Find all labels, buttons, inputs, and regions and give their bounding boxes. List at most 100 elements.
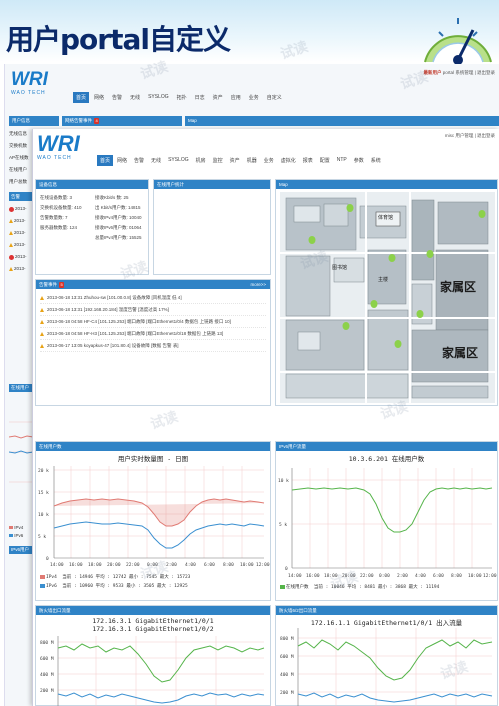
gauge-icon (424, 18, 492, 64)
alarm-row[interactable]: 2013-06-18 04:58 HF-C4 [101.125.253] 端口故… (40, 316, 266, 328)
nav-item[interactable]: 业务 (261, 155, 277, 166)
x-tick: 6:00 (433, 573, 444, 579)
x-tick: 16:00 (306, 573, 320, 579)
bg-nav-item[interactable]: 告警 (109, 92, 125, 103)
x-tick: 22:00 (126, 562, 140, 568)
bg-nav-home[interactable]: 首页 (73, 92, 90, 103)
alarm-row[interactable]: 2013-06-18 13:31 Zhuhou-sw [101.00.0.8] … (40, 292, 266, 304)
y-tick: 600 M (40, 656, 54, 662)
bg-nav-item[interactable]: SYSLOG (145, 92, 172, 103)
nav-item[interactable]: 监控 (210, 155, 226, 166)
nav-item[interactable]: 参数 (351, 155, 367, 166)
account-links[interactable]: 系统管理 | 退出登录 (455, 70, 495, 75)
chart-title: 172.16.1.1 GigabitEthernet1/0/1 出入流量 (310, 619, 463, 627)
x-tick: 10:00 (240, 562, 254, 568)
y-tick: 10 k (278, 478, 289, 484)
nav-item[interactable]: 系统 (368, 155, 384, 166)
x-tick: 12:00 (483, 573, 497, 579)
y-tick: 600 M (280, 654, 294, 660)
x-tick: 14:00 (288, 573, 302, 579)
critical-icon (9, 206, 14, 212)
y-tick: 0 (46, 556, 49, 562)
bg-nav-item[interactable]: 无线 (127, 92, 143, 103)
legend-item-ipv6: IPv6 当前 : 10960 平均 : 9533 最小 : 3505 最大 :… (40, 583, 188, 589)
x-tick: 14:00 (50, 562, 64, 568)
warning-icon (40, 319, 44, 324)
slide: 用户portal自定义 WRI WAO TECH 最新用户 portal 系统管… (0, 0, 499, 706)
y-tick: 5 k (38, 534, 46, 540)
stat-item (40, 233, 89, 243)
nav-item[interactable]: 无线 (148, 155, 164, 166)
legend-swatch (40, 583, 45, 588)
panel-title: 防火墙出口流量 (36, 606, 270, 615)
x-tick: 2:00 (397, 573, 408, 579)
y-tick: 15 k (38, 490, 49, 496)
x-tick: 16:00 (69, 562, 83, 568)
nav-item[interactable]: 资产 (227, 155, 243, 166)
bg-nav-item[interactable]: 日志 (192, 92, 208, 103)
nav-item[interactable]: SYSLOG (165, 155, 192, 166)
x-tick: 2:00 (166, 562, 177, 568)
y-tick: 400 M (40, 672, 54, 678)
x-tick: 8:00 (223, 562, 234, 568)
bg-nav-item[interactable]: 自定义 (264, 92, 285, 103)
alarm-row[interactable]: 2013-06-18 04:58 HF-H3 [101.125.253] 端口故… (40, 328, 266, 340)
map-label-residential-1: 家属区 (440, 280, 477, 294)
online-users-panel: 在线用户统计 (153, 179, 271, 275)
x-tick: 6:00 (204, 562, 215, 568)
nav-item[interactable]: NTP (334, 155, 350, 166)
firewall-62-chart-panel: 防火墙6/2出口流量 172.16.1.1 GigabitEthernet1/0… (275, 605, 498, 706)
brand-logo: WRI WAO TECH (11, 69, 48, 97)
main-nav: 首页 网络 告警 无线 SYSLOG 机房 监控 资产 机器 业务 虚拟化 报表… (97, 155, 384, 166)
brand-logo: WRI WAO TECH (37, 131, 80, 162)
nav-item[interactable]: 虚拟化 (278, 155, 299, 166)
nav-home[interactable]: 首页 (97, 155, 114, 166)
nav-item[interactable]: 机器 (244, 155, 260, 166)
panel-title: IPv6用户流量 (276, 442, 497, 451)
x-tick: 20:00 (342, 573, 356, 579)
x-tick: 4:00 (415, 573, 426, 579)
campus-map[interactable]: 体育馆 图书馆 主楼 家属区 家属区 (280, 192, 495, 403)
user-bar[interactable]: misc 用户管理 | 退出登录 (445, 133, 495, 139)
x-tick: 0:00 (379, 573, 390, 579)
bg-nav-item[interactable]: 应用 (228, 92, 244, 103)
nav-item[interactable]: 网络 (114, 155, 130, 166)
more-link[interactable]: more>> (250, 280, 266, 289)
campus-map-drawing (280, 192, 495, 403)
slide-title: 用户portal自定义 (6, 23, 231, 56)
alarm-row[interactable]: 2013-06-17 13:05 koyapkus-47 [101.80.4] … (40, 340, 266, 352)
y-tick: 10 k (38, 512, 49, 518)
user-link[interactable]: portal (443, 70, 454, 75)
bg-nav-item[interactable]: 网络 (91, 92, 107, 103)
stat-item: 服务器数数量: 124 (40, 225, 78, 230)
warning-icon (9, 219, 13, 223)
bg-nav-item[interactable]: 业务 (246, 92, 262, 103)
critical-icon (9, 254, 14, 260)
x-tick: 10:00 (468, 573, 482, 579)
bg-nav-item[interactable]: 拓扑 (174, 92, 190, 103)
nav-item[interactable]: 机房 (193, 155, 209, 166)
alarm-count-badge: 5 (59, 282, 65, 288)
x-tick: 4:00 (185, 562, 196, 568)
panel-title: 在线用户统计 (154, 180, 270, 189)
warning-icon (9, 231, 13, 235)
nav-item[interactable]: 报表 (300, 155, 316, 166)
nav-item[interactable]: 配置 (317, 155, 333, 166)
user-bar: 最新用户 portal 系统管理 | 退出登录 (423, 70, 495, 75)
panel-title: 防火墙6/2出口流量 (276, 606, 497, 615)
stat-item: 在线设备数量: 3 (40, 195, 73, 200)
x-tick: 18:00 (324, 573, 338, 579)
y-tick: 200 M (40, 688, 54, 694)
alarm-row[interactable]: 2013-06-18 13:31 [192.168.20.184] 温度告警 [… (40, 304, 266, 316)
y-tick: 800 M (40, 640, 54, 646)
stat-item: 交换机设备数量: 410 (40, 205, 82, 210)
x-tick: 20:00 (107, 562, 121, 568)
firewall-62-chart: 800 M 600 M 400 M 200 M (280, 628, 493, 706)
warning-icon (9, 267, 13, 271)
bg-nav-item[interactable]: 资产 (210, 92, 226, 103)
y-tick: 200 M (280, 690, 294, 696)
map-label-main: 主楼 (378, 277, 389, 283)
nav-item[interactable]: 告警 (131, 155, 147, 166)
bg-panel-header: Map (185, 116, 499, 126)
warning-icon (40, 295, 44, 300)
